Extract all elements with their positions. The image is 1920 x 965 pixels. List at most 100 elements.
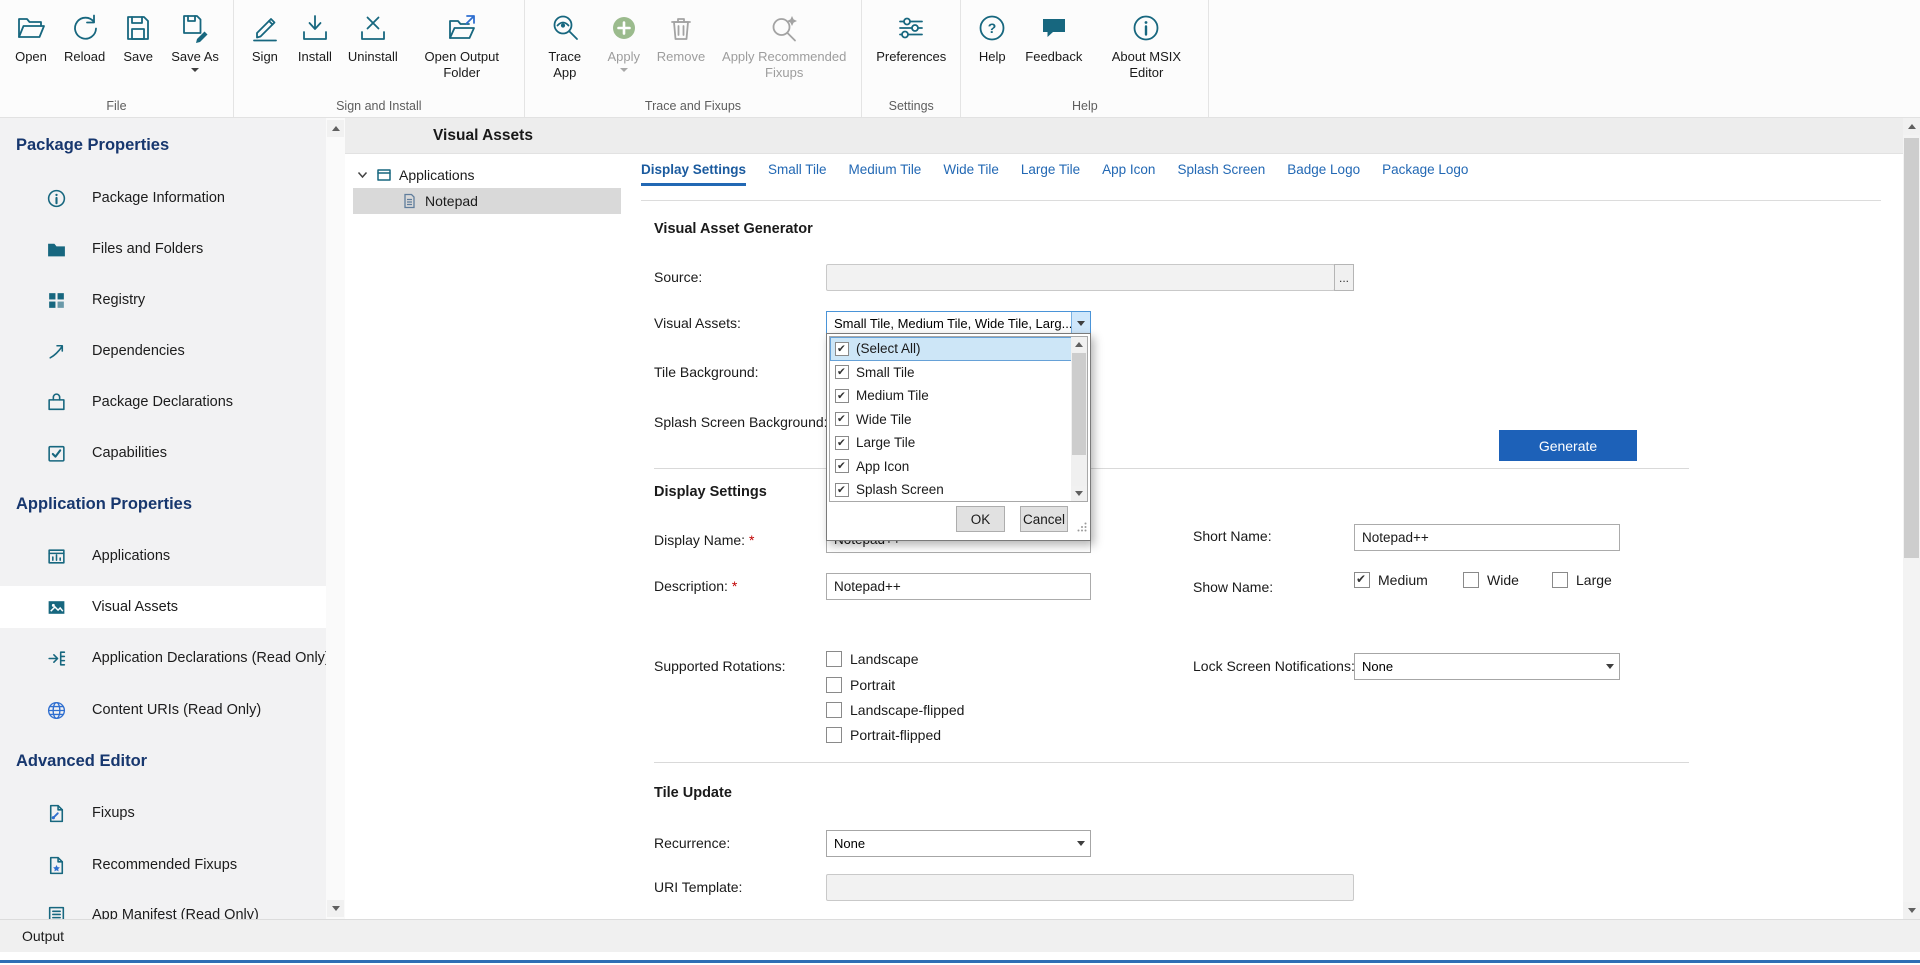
install-button-label: Install — [298, 49, 332, 65]
remove-button[interactable]: Remove — [649, 7, 713, 67]
show-name-wide-checkbox[interactable]: Wide — [1463, 572, 1519, 588]
generate-button[interactable]: Generate — [1499, 430, 1637, 461]
checkbox-icon[interactable] — [835, 436, 849, 450]
chevron-down-icon[interactable] — [357, 170, 368, 180]
settings-scrollbar[interactable] — [1903, 118, 1920, 919]
checkbox-icon[interactable] — [826, 702, 842, 718]
dropdown-scroll-up-button[interactable] — [1071, 337, 1087, 352]
dropdown-item-small-tile[interactable]: Small Tile — [830, 361, 1072, 385]
dropdown-item-splash-screen[interactable]: Splash Screen — [830, 478, 1072, 502]
checkbox-icon[interactable] — [835, 389, 849, 403]
dropdown-item-select-all[interactable]: (Select All) — [830, 337, 1072, 361]
sidebar-item-visual-assets[interactable]: Visual Assets — [0, 586, 326, 628]
sign-button[interactable]: Sign — [240, 7, 290, 67]
apply-dropdown-caret-icon[interactable] — [620, 68, 628, 72]
source-input[interactable] — [826, 264, 1335, 291]
sidebar-item-application-declarations[interactable]: Application Declarations (Read Only) — [0, 637, 326, 679]
tab-package-logo[interactable]: Package Logo — [1382, 162, 1468, 186]
feedback-button[interactable]: Feedback — [1017, 7, 1090, 67]
preferences-button[interactable]: Preferences — [868, 7, 954, 67]
tab-display-settings[interactable]: Display Settings — [641, 162, 746, 186]
short-name-input[interactable]: Notepad++ — [1354, 524, 1620, 551]
sidebar-item-recommended-fixups[interactable]: Recommended Fixups — [0, 844, 326, 886]
combobox-dropdown-button[interactable] — [1600, 654, 1619, 679]
checkbox-icon[interactable] — [835, 412, 849, 426]
show-name-large-checkbox[interactable]: Large — [1552, 572, 1612, 588]
lock-screen-notifications-select[interactable]: None — [1354, 653, 1620, 680]
save-as-button[interactable]: Save As — [163, 7, 227, 74]
tree-node-notepad[interactable]: Notepad — [402, 188, 478, 214]
output-statusbar[interactable]: Output — [0, 919, 1920, 952]
combobox-dropdown-button[interactable] — [1071, 312, 1090, 334]
dropdown-scroll-down-button[interactable] — [1071, 486, 1087, 501]
tab-badge-logo[interactable]: Badge Logo — [1287, 162, 1360, 186]
reload-button[interactable]: Reload — [56, 7, 113, 67]
apply-recommended-fixups-button[interactable]: Apply Recommended Fixups — [713, 7, 855, 84]
sidebar-item-files-and-folders[interactable]: Files and Folders — [0, 228, 326, 270]
checkbox-icon[interactable] — [1463, 572, 1479, 588]
checkbox-icon[interactable] — [835, 483, 849, 497]
about-msix-editor-button[interactable]: About MSIX Editor — [1090, 7, 1202, 84]
sidebar-item-package-information[interactable]: Package Information — [0, 177, 326, 219]
uri-template-input[interactable] — [826, 874, 1354, 901]
sidebar-item-content-uris[interactable]: Content URIs (Read Only) — [0, 689, 326, 731]
sidebar-item-applications[interactable]: Applications — [0, 535, 326, 577]
install-button[interactable]: Install — [290, 7, 340, 67]
dropdown-item-large-tile[interactable]: Large Tile — [830, 431, 1072, 455]
sidebar-item-app-manifest[interactable]: App Manifest (Read Only) — [0, 894, 326, 919]
settings-scroll-up-button[interactable] — [1903, 118, 1920, 135]
recurrence-select[interactable]: None — [826, 830, 1091, 857]
dropdown-item-wide-tile[interactable]: Wide Tile — [830, 408, 1072, 432]
sidebar-item-fixups[interactable]: Fixups — [0, 792, 326, 834]
uninstall-button[interactable]: Uninstall — [340, 7, 406, 67]
sidebar-item-package-declarations[interactable]: Package Declarations — [0, 381, 326, 423]
dropdown-item-app-icon[interactable]: App Icon — [830, 455, 1072, 479]
checkbox-icon[interactable] — [1552, 572, 1568, 588]
resize-grip-icon[interactable] — [1076, 520, 1088, 538]
dropdown-item-medium-tile[interactable]: Medium Tile — [830, 384, 1072, 408]
checkbox-icon[interactable] — [835, 365, 849, 379]
show-name-medium-checkbox[interactable]: Medium — [1354, 572, 1428, 588]
rotation-portrait-flipped-checkbox[interactable]: Portrait-flipped — [826, 727, 941, 743]
source-browse-button[interactable]: ... — [1334, 264, 1354, 291]
settings-scrollbar-thumb[interactable] — [1904, 138, 1919, 558]
save-button[interactable]: Save — [113, 7, 163, 67]
help-button[interactable]: ? Help — [967, 7, 1017, 67]
open-output-folder-button[interactable]: Open Output Folder — [406, 7, 518, 84]
open-button[interactable]: Open — [6, 7, 56, 67]
tab-app-icon[interactable]: App Icon — [1102, 162, 1155, 186]
checkbox-icon[interactable] — [826, 677, 842, 693]
checkbox-icon[interactable] — [835, 459, 849, 473]
tab-splash-screen[interactable]: Splash Screen — [1177, 162, 1265, 186]
checkbox-icon[interactable] — [835, 342, 849, 356]
sidebar-item-registry[interactable]: Registry — [0, 279, 326, 321]
tab-large-tile[interactable]: Large Tile — [1021, 162, 1080, 186]
sidebar-scroll-down-button[interactable] — [327, 900, 344, 917]
rotation-portrait-checkbox[interactable]: Portrait — [826, 677, 895, 693]
sidebar-item-dependencies[interactable]: Dependencies — [0, 330, 326, 372]
settings-scroll-down-button[interactable] — [1903, 902, 1920, 919]
apply-button[interactable]: Apply — [599, 7, 649, 74]
sidebar-item-capabilities[interactable]: Capabilities — [0, 432, 326, 474]
sidebar-scrollbar[interactable] — [326, 118, 345, 919]
tree-node-applications[interactable]: Applications — [357, 162, 475, 188]
sidebar-scroll-up-button[interactable] — [327, 120, 344, 137]
msix-editor-window: Open Reload Save — [0, 0, 1920, 965]
checkbox-icon[interactable] — [826, 651, 842, 667]
tab-medium-tile[interactable]: Medium Tile — [849, 162, 922, 186]
combobox-dropdown-button[interactable] — [1071, 831, 1090, 856]
tab-small-tile[interactable]: Small Tile — [768, 162, 827, 186]
dropdown-scrollbar-thumb[interactable] — [1072, 353, 1086, 455]
dropdown-scrollbar[interactable] — [1071, 337, 1087, 501]
description-input[interactable]: Notepad++ — [826, 573, 1091, 600]
rotation-landscape-flipped-checkbox[interactable]: Landscape-flipped — [826, 702, 964, 718]
tab-wide-tile[interactable]: Wide Tile — [943, 162, 999, 186]
visual-assets-combobox[interactable]: Small Tile, Medium Tile, Wide Tile, Larg… — [826, 311, 1091, 335]
save-as-dropdown-caret-icon[interactable] — [191, 68, 199, 72]
ok-button[interactable]: OK — [956, 506, 1005, 532]
checkbox-icon[interactable] — [826, 727, 842, 743]
checkbox-icon[interactable] — [1354, 572, 1370, 588]
cancel-button[interactable]: Cancel — [1020, 506, 1068, 532]
trace-app-button[interactable]: Trace App — [531, 7, 599, 84]
rotation-landscape-checkbox[interactable]: Landscape — [826, 651, 919, 667]
